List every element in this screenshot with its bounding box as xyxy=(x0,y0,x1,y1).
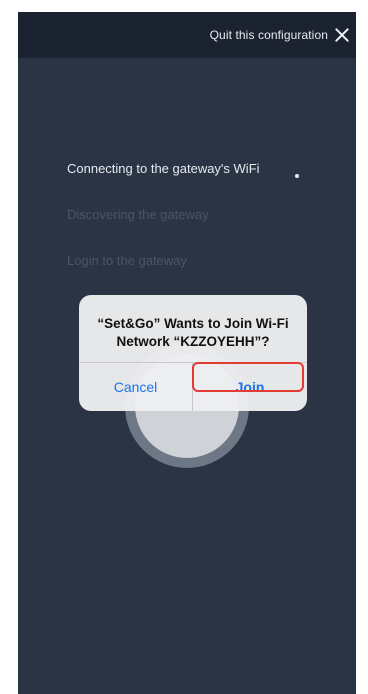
top-bar: Quit this configuration xyxy=(18,12,356,58)
join-highlight-box xyxy=(192,362,304,392)
progress-dot xyxy=(295,174,299,178)
cancel-button[interactable]: Cancel xyxy=(79,363,192,411)
step-discovering-gateway: Discovering the gateway xyxy=(67,207,209,222)
app-screen: Quit this configuration Connecting to th… xyxy=(18,12,356,694)
step-login-gateway: Login to the gateway xyxy=(67,253,187,268)
alert-title: “Set&Go” Wants to Join Wi-Fi Network “KZ… xyxy=(97,316,289,349)
step-connecting-wifi: Connecting to the gateway's WiFi xyxy=(67,161,260,176)
wifi-join-alert: “Set&Go” Wants to Join Wi-Fi Network “KZ… xyxy=(79,295,307,411)
quit-configuration-link[interactable]: Quit this configuration xyxy=(210,28,328,42)
close-icon[interactable] xyxy=(334,27,350,43)
